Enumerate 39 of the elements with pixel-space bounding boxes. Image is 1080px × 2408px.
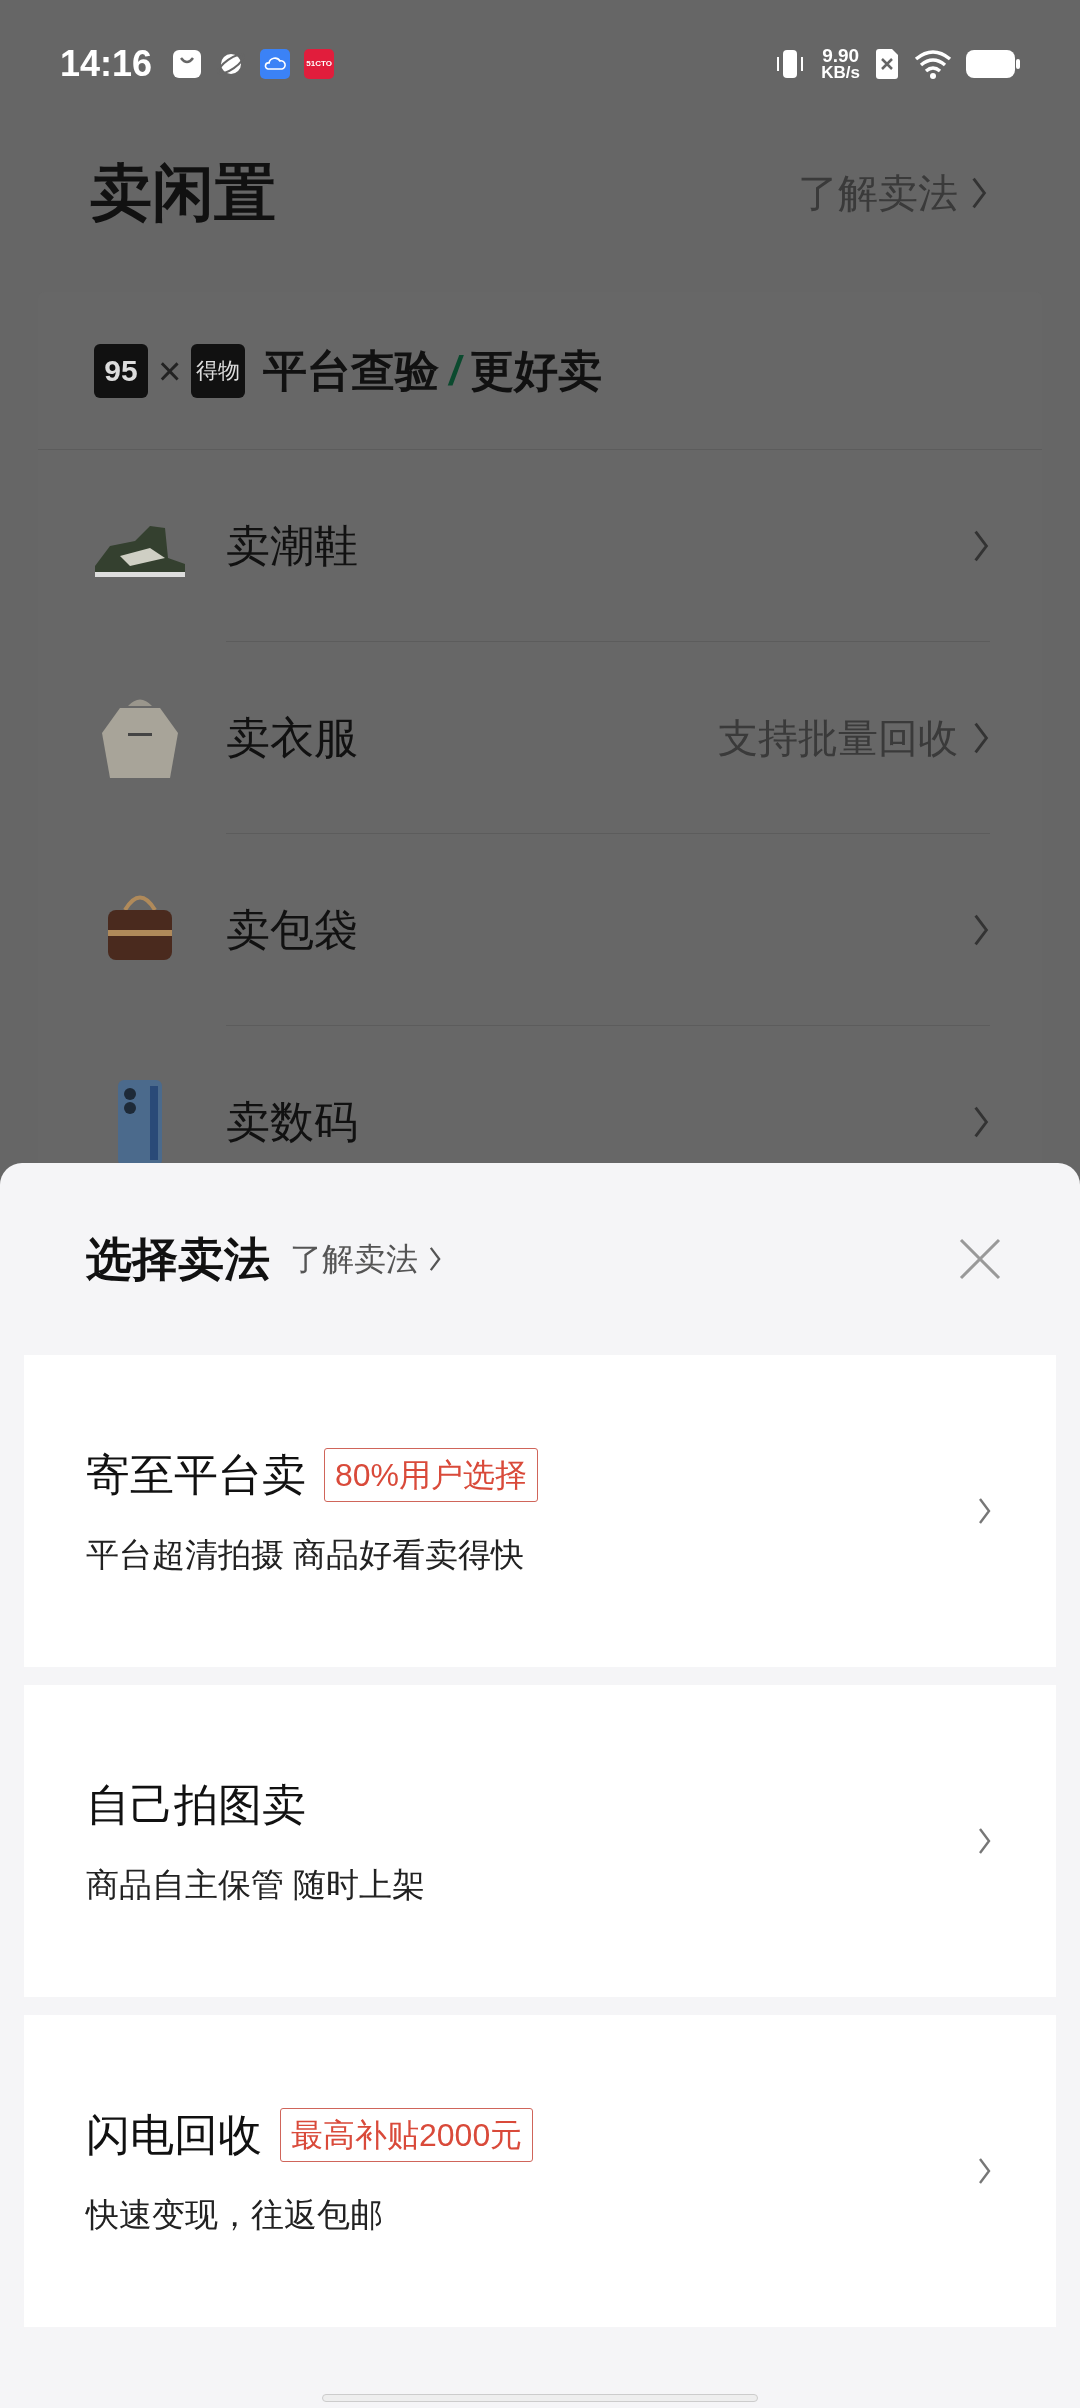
sell-option-card[interactable]: 自己拍图卖 商品自主保管 随时上架 [24, 1685, 1056, 1997]
shopping-bag-icon [172, 48, 203, 79]
cloud-icon [260, 48, 291, 79]
chevron-right-icon [428, 1245, 442, 1273]
wifi-icon [914, 48, 952, 79]
option-description: 快速变现，往返包邮 [86, 2195, 384, 2236]
net-speed-unit: KB/s [821, 63, 860, 81]
net-speed-value: 9.90 [822, 46, 860, 64]
category-label: 卖潮鞋 [226, 519, 358, 572]
sell-option-card[interactable]: 寄至平台卖 80%用户选择 平台超清拍摄 商品好看卖得快 [24, 1355, 1056, 1667]
category-label: 卖数码 [226, 1096, 358, 1148]
chevron-right-icon [977, 1826, 992, 1856]
status-time: 14:16 [60, 41, 153, 86]
option-description: 平台超清拍摄 商品好看卖得快 [86, 1535, 526, 1576]
page-title: 卖闲置 [90, 157, 276, 229]
cross-mark: × [158, 347, 182, 395]
option-tag: 最高补贴2000元 [280, 2108, 534, 2163]
category-label: 卖包袋 [226, 903, 358, 956]
category-row[interactable]: 卖包袋 [38, 834, 1042, 1026]
sheet-title: 选择卖法 [86, 1231, 270, 1287]
category-label: 卖衣服 [226, 711, 358, 764]
brand-logo: 得物 [191, 343, 246, 398]
category-row[interactable]: 卖潮鞋 [38, 450, 1042, 642]
chevron-right-icon [977, 2156, 992, 2186]
app-badge-icon: 51CTO [304, 48, 335, 79]
sell-option-card[interactable]: 闪电回收 最高补贴2000元 快速变现，往返包邮 [24, 2015, 1056, 2327]
battery-icon [966, 49, 1020, 78]
banner-text: 平台查验 [263, 344, 440, 397]
option-description: 商品自主保管 随时上架 [86, 1865, 427, 1906]
chevron-right-icon [972, 1104, 990, 1140]
option-tag: 80%用户选择 [324, 1448, 539, 1503]
option-title: 闪电回收 [86, 2109, 262, 2162]
chevron-right-icon [977, 1496, 992, 1526]
option-title: 自己拍图卖 [86, 1779, 306, 1832]
option-title: 寄至平台卖 [86, 1449, 306, 1502]
brand-logo: 95 [94, 343, 148, 398]
banner-text: 更好卖 [470, 344, 603, 397]
sim-off-icon [874, 47, 900, 80]
learn-selling-link[interactable]: 了解卖法 [290, 1235, 442, 1283]
